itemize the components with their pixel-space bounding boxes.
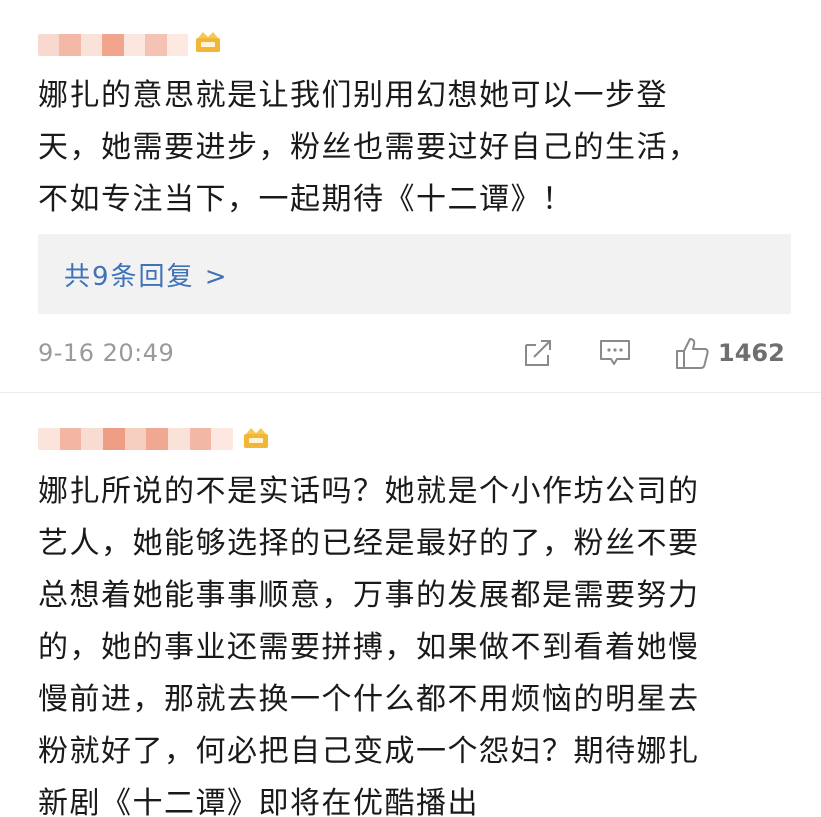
share-icon — [525, 340, 551, 366]
comment-timestamp: 9-16 20:49 — [38, 339, 175, 367]
share-button[interactable] — [522, 336, 554, 370]
comment-icon — [600, 340, 630, 365]
like-icon — [676, 338, 709, 369]
badge-icon — [196, 32, 220, 52]
comment-body: 娜扎的意思就是让我们别用幻想她可以一步登 天，她需要进步，粉丝也需要过好自己的生… — [38, 78, 700, 217]
view-replies-button[interactable]: 共9条回复 > — [38, 234, 791, 314]
badge-icon — [244, 428, 268, 448]
like-button[interactable]: 1462 — [674, 336, 785, 370]
comment-divider — [0, 392, 821, 393]
comment-body: 娜扎所说的不是实话吗？她就是个小作坊公司的 艺人，她能够选择的已经是最好的了，粉… — [38, 474, 700, 817]
username-blurred[interactable] — [38, 34, 188, 56]
replies-link[interactable]: 共9条回复 > — [64, 256, 229, 293]
comment-button[interactable] — [598, 336, 632, 370]
comment-thread: 娜扎的意思就是让我们别用幻想她可以一步登 天，她需要进步，粉丝也需要过好自己的生… — [0, 0, 821, 817]
like-count: 1462 — [718, 339, 785, 367]
username-blurred[interactable] — [38, 428, 233, 450]
